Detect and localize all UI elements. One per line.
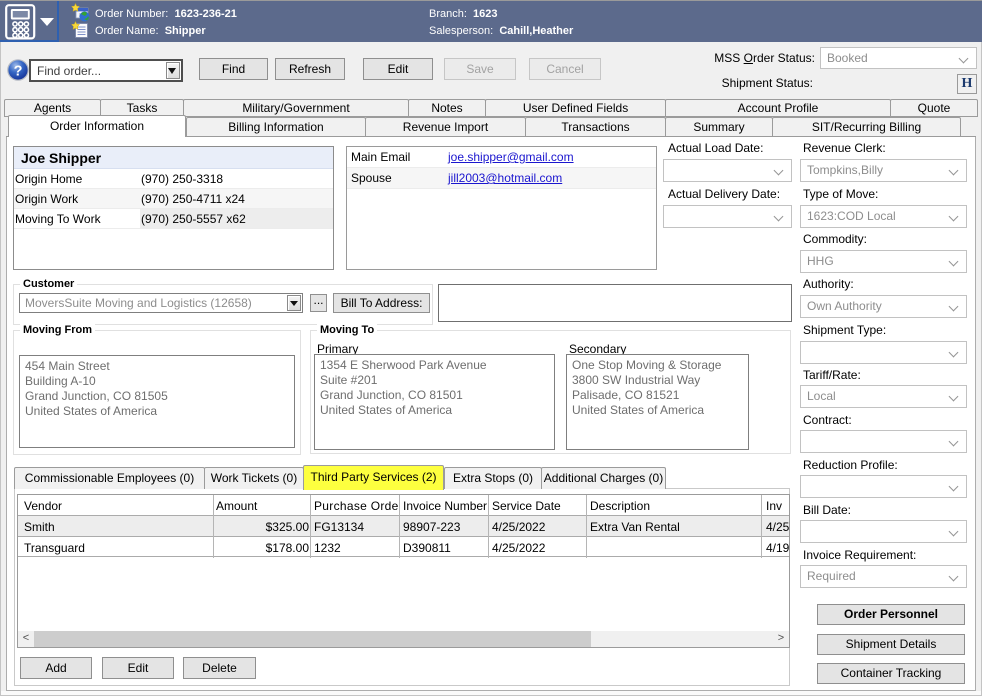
svg-text:?: ?: [14, 63, 23, 79]
